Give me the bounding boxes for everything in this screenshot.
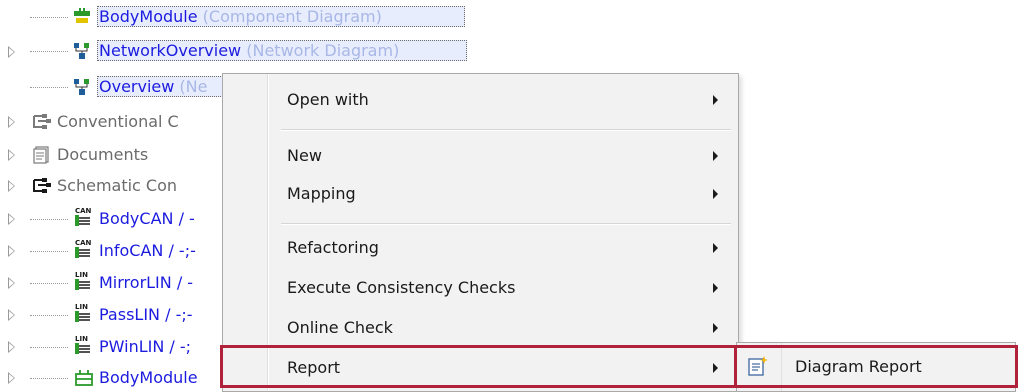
submenu-arrow-icon [713,323,718,333]
tree-item-label: Conventional C [57,112,179,131]
expand-arrow-icon[interactable] [8,372,15,384]
tree-connector [30,87,68,88]
can-bus-icon: CAN [72,238,92,258]
expand-arrow-icon[interactable] [8,341,15,353]
expand-arrow-icon[interactable] [8,245,15,257]
svg-text:LIN: LIN [75,335,88,343]
expand-arrow-icon[interactable] [8,213,15,225]
report-submenu: Diagram Report [736,342,1016,392]
network-diagram-icon [72,78,92,96]
menu-item-label: Mapping [287,184,356,203]
submenu-arrow-icon [713,283,718,293]
context-menu: Open with New Mapping Refactoring Execut… [222,73,739,392]
svg-text:CAN: CAN [75,239,92,247]
menu-item-label: New [287,146,322,165]
menu-item-label: Report [287,358,341,377]
menu-separator [281,129,731,131]
tree-item-bodymodule-diagram[interactable]: BodyModule (Component Diagram) [0,6,520,28]
schematic-folder-icon [32,113,52,131]
diagram-report-icon [747,355,769,377]
submenu-arrow-icon [713,243,718,253]
menu-item-online-check[interactable]: Online Check [223,310,738,346]
documents-icon [32,146,52,164]
menu-item-open-with[interactable]: Open with [223,82,738,118]
tree-item-label: InfoCAN / -;- [99,241,196,260]
tree-connector [30,283,68,284]
tree-item-label: BodyModule (Component Diagram) [99,7,382,26]
tree-connector [30,219,68,220]
tree-item-label: BodyModule [99,368,198,387]
submenu-arrow-icon [713,363,718,373]
expand-arrow-icon[interactable] [8,309,15,321]
submenu-arrow-icon [713,189,718,199]
menu-item-diagram-report[interactable]: Diagram Report [737,343,1015,391]
svg-text:LIN: LIN [75,303,88,311]
tree-connector [30,315,68,316]
schematic-folder-icon [32,177,52,195]
lin-bus-icon: LIN [72,334,92,354]
tree-item-networkoverview-diagram[interactable]: NetworkOverview (Network Diagram) [0,40,520,62]
lin-bus-icon: LIN [72,270,92,290]
tree-item-label: PassLIN / -;- [99,305,193,324]
tree-item-label: MirrorLIN / - [99,273,194,292]
ecu-icon [74,369,94,387]
menu-item-label: Online Check [287,318,393,337]
network-diagram-icon [72,42,92,60]
menu-item-refactoring[interactable]: Refactoring [223,230,738,266]
can-bus-icon: CAN [72,206,92,226]
tree-connector [30,51,68,52]
svg-text:CAN: CAN [75,207,92,215]
tree-item-label: PWinLIN / -; [99,337,192,356]
menu-item-mapping[interactable]: Mapping [223,176,738,212]
svg-text:LIN: LIN [75,271,88,279]
tree-item-label: NetworkOverview (Network Diagram) [99,41,400,60]
tree-item-label: Overview (Ne [99,77,208,96]
menu-item-report[interactable]: Report [223,350,738,386]
expand-arrow-icon[interactable] [8,277,15,289]
component-diagram-icon [72,8,92,26]
menu-item-new[interactable]: New [223,138,738,174]
menu-item-label: Diagram Report [795,357,922,376]
menu-item-label: Refactoring [287,238,379,257]
expand-arrow-icon[interactable] [8,46,15,58]
tree-item-label: Schematic Con [57,176,178,195]
menu-separator [281,223,731,225]
expand-arrow-icon[interactable] [8,149,15,161]
tree-connector [30,17,68,18]
submenu-arrow-icon [713,95,718,105]
expand-arrow-icon[interactable] [8,180,15,192]
menu-item-label: Execute Consistency Checks [287,278,516,297]
lin-bus-icon: LIN [72,302,92,322]
menu-item-label: Open with [287,90,369,109]
menu-item-execute-consistency-checks[interactable]: Execute Consistency Checks [223,270,738,306]
submenu-arrow-icon [713,151,718,161]
tree-connector [30,251,68,252]
tree-item-label: Documents [57,145,149,164]
expand-arrow-icon[interactable] [8,116,15,128]
tree-connector [30,347,68,348]
tree-connector [30,378,68,379]
tree-item-label: BodyCAN / - [99,209,195,228]
